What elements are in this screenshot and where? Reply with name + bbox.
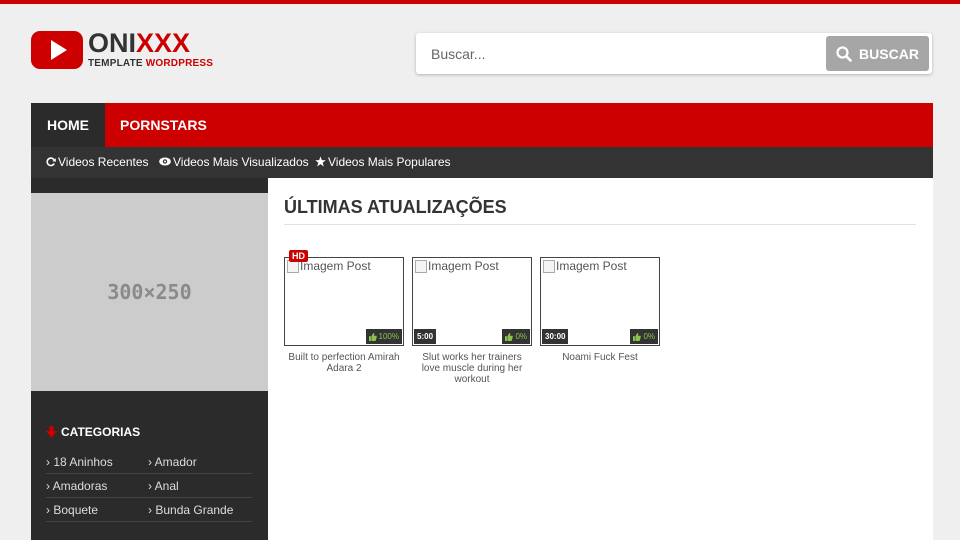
category-label: Amador — [154, 455, 197, 469]
category-label: Boquete — [53, 503, 99, 517]
subnav-item-most-popular[interactable]: Videos Mais Populares — [315, 147, 451, 178]
category-row: › 18 Aninhos › Amador — [46, 450, 252, 474]
logo-subtitle-part1: TEMPLATE — [88, 58, 146, 69]
star-icon — [315, 156, 326, 167]
thumbnail-alt-label: Imagem Post — [428, 259, 499, 273]
logo-subtitle-part2: WORDPRESS — [145, 58, 214, 69]
nav-item-home[interactable]: HOME — [31, 103, 105, 147]
search-input[interactable] — [416, 33, 816, 74]
main-content: ÚLTIMAS ATUALIZAÇÕES Imagem Post HD 100%… — [268, 178, 933, 540]
thumbs-up-icon — [368, 332, 377, 341]
ad-placeholder[interactable]: 300×250 — [31, 193, 268, 391]
search-icon — [836, 45, 852, 62]
section-title: ÚLTIMAS ATUALIZAÇÕES — [284, 197, 507, 217]
broken-image-icon — [543, 259, 555, 273]
arrow-down-icon — [46, 426, 57, 438]
rating-badge: 0% — [630, 329, 658, 344]
categories-heading: CATEGORIAS — [46, 425, 140, 439]
logo-text-part2: XXX — [136, 28, 191, 58]
video-card: Imagem Post HD 100% Built to perfection … — [284, 250, 404, 374]
subnav-label-most-popular: Videos Mais Populares — [328, 155, 451, 169]
video-card: Imagem Post 30:00 0% Noami Fuck Fest — [540, 257, 660, 363]
categories-title: CATEGORIAS — [61, 425, 141, 439]
category-label: Amadoras — [52, 479, 108, 493]
search-button[interactable]: BUSCAR — [826, 36, 929, 71]
category-label: Anal — [154, 479, 179, 493]
thumbs-up-icon — [633, 332, 642, 341]
duration-badge: 5:00 — [414, 329, 437, 344]
category-link[interactable]: › Amadoras — [46, 474, 107, 498]
logo-text-part1: ONI — [88, 28, 137, 58]
thumbnail-alt-label: Imagem Post — [300, 259, 371, 273]
search-button-label: BUSCAR — [859, 45, 919, 62]
video-thumbnail[interactable]: Imagem Post HD 100% — [284, 250, 404, 346]
duration-badge: 30:00 — [542, 329, 569, 344]
subnav-label-recent: Videos Recentes — [58, 155, 149, 169]
site-logo[interactable]: ONIXXX TEMPLATE WORDPRESS — [31, 30, 213, 71]
category-link[interactable]: › Boquete — [46, 498, 98, 522]
subnav-label-most-viewed: Videos Mais Visualizados — [173, 155, 309, 169]
video-title[interactable]: Built to perfection Amirah Adara 2 — [284, 352, 404, 374]
subnav-item-recent[interactable]: Videos Recentes — [46, 147, 149, 178]
video-title[interactable]: Noami Fuck Fest — [540, 352, 660, 363]
category-link[interactable]: › 18 Aninhos — [46, 450, 113, 474]
sub-nav: Videos Recentes Videos Mais Visualizados… — [31, 147, 933, 178]
video-card: Imagem Post 5:00 0% Slut works her train… — [412, 257, 532, 385]
play-logo-icon — [31, 31, 83, 69]
eye-icon — [159, 157, 171, 166]
broken-image-icon — [415, 259, 427, 273]
thumbnail-alt-text: Imagem Post — [415, 259, 499, 273]
section-divider — [284, 224, 916, 225]
category-label: Bunda Grande — [155, 503, 234, 517]
category-row: › Amadoras › Anal — [46, 474, 252, 498]
category-link[interactable]: › Anal — [148, 474, 179, 498]
category-row: › Boquete › Bunda Grande — [46, 498, 252, 522]
rating-badge: 100% — [365, 329, 402, 344]
search-bar: BUSCAR — [416, 33, 932, 74]
logo-text: ONIXXX TEMPLATE WORDPRESS — [88, 30, 213, 70]
video-title[interactable]: Slut works her trainers love muscle duri… — [412, 352, 532, 385]
rating-value: 0% — [515, 332, 527, 341]
top-accent-bar — [0, 0, 960, 4]
video-thumbnail[interactable]: Imagem Post 30:00 0% — [540, 257, 660, 346]
category-label: 18 Aninhos — [53, 455, 113, 469]
hd-badge: HD — [289, 250, 308, 262]
sidebar: 300×250 CATEGORIAS › 18 Aninhos › Amador… — [31, 178, 268, 540]
category-link[interactable]: › Bunda Grande — [148, 498, 233, 522]
rating-value: 100% — [378, 332, 399, 341]
rating-badge: 0% — [502, 329, 530, 344]
refresh-icon — [46, 157, 56, 167]
thumbs-up-icon — [505, 332, 514, 341]
subnav-item-most-viewed[interactable]: Videos Mais Visualizados — [159, 147, 309, 178]
category-link[interactable]: › Amador — [148, 450, 197, 474]
rating-value: 0% — [643, 332, 655, 341]
nav-item-pornstars[interactable]: PORNSTARS — [120, 103, 207, 147]
main-nav: HOME PORNSTARS — [31, 103, 933, 147]
thumbnail-alt-label: Imagem Post — [556, 259, 627, 273]
thumbnail-alt-text: Imagem Post — [543, 259, 627, 273]
video-thumbnail[interactable]: Imagem Post 5:00 0% — [412, 257, 532, 346]
